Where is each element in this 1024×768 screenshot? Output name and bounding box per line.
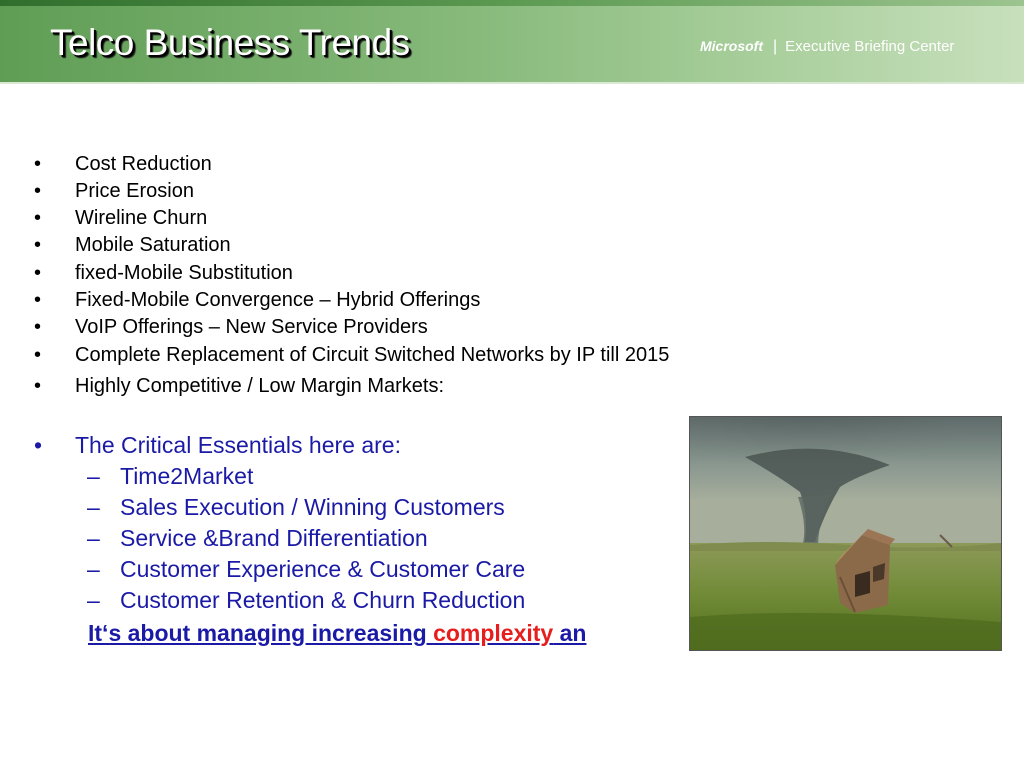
bullet-icon: • (34, 432, 43, 458)
bullet-icon: • (34, 375, 42, 397)
bullet-icon: • (34, 207, 42, 229)
list-item-text: Price Erosion (75, 180, 194, 202)
dash-icon: – (87, 587, 100, 613)
brand-separator: | (773, 38, 778, 55)
list-item-text: Complete Replacement of Circuit Switched… (75, 344, 670, 366)
bullet-icon: • (34, 180, 42, 202)
sub-list-item-text: Customer Retention & Churn Reduction (120, 587, 526, 613)
slide-title: Telco Business Trends (50, 22, 410, 63)
closing-statement: It‘s about managing increasing complexit… (88, 620, 586, 647)
closing-highlight: complexity (433, 620, 554, 646)
bullet-icon: • (34, 316, 42, 338)
list-item-text: fixed-Mobile Substitution (75, 262, 293, 284)
tornado-photo (689, 416, 1002, 651)
microsoft-logo: Microsoft (700, 38, 763, 54)
tornado-illustration (690, 417, 1001, 650)
sub-list-item-text: Customer Experience & Customer Care (120, 556, 526, 582)
header-bar: Telco Business Trends Microsoft | Execut… (0, 0, 1024, 84)
list-item-text: Cost Reduction (75, 153, 212, 175)
dash-icon: – (87, 463, 100, 489)
sub-list-item-text: Service &Brand Differentiation (120, 525, 428, 551)
header-bottom-rule (0, 82, 1024, 84)
closing-text-start: It‘s about managing increasing (88, 620, 434, 646)
bullet-icon: • (34, 289, 42, 311)
header-top-stripe (0, 0, 1024, 6)
list-item-text: Fixed-Mobile Convergence – Hybrid Offeri… (75, 289, 481, 311)
bullet-icon: • (34, 153, 42, 175)
dash-icon: – (87, 556, 100, 582)
list-item-text: VoIP Offerings – New Service Providers (75, 316, 428, 338)
closing-text-end: an (553, 620, 587, 646)
brand-center-name: Executive Briefing Center (785, 38, 955, 55)
bullet-icon: • (34, 234, 42, 256)
list-item-text: Mobile Saturation (75, 234, 231, 256)
sub-list-item-text: Time2Market (120, 463, 254, 489)
bullet-icon: • (34, 344, 42, 366)
brand-logo: Microsoft | Executive Briefing Center (700, 38, 954, 56)
dash-icon: – (87, 494, 100, 520)
bullet-icon: • (34, 262, 42, 284)
dash-icon: – (87, 525, 100, 551)
list-item-text: Wireline Churn (75, 207, 208, 229)
critical-heading-text: The Critical Essentials here are: (75, 432, 401, 458)
list-item-text: Highly Competitive / Low Margin Markets: (75, 375, 445, 397)
sub-list-item-text: Sales Execution / Winning Customers (120, 494, 505, 520)
